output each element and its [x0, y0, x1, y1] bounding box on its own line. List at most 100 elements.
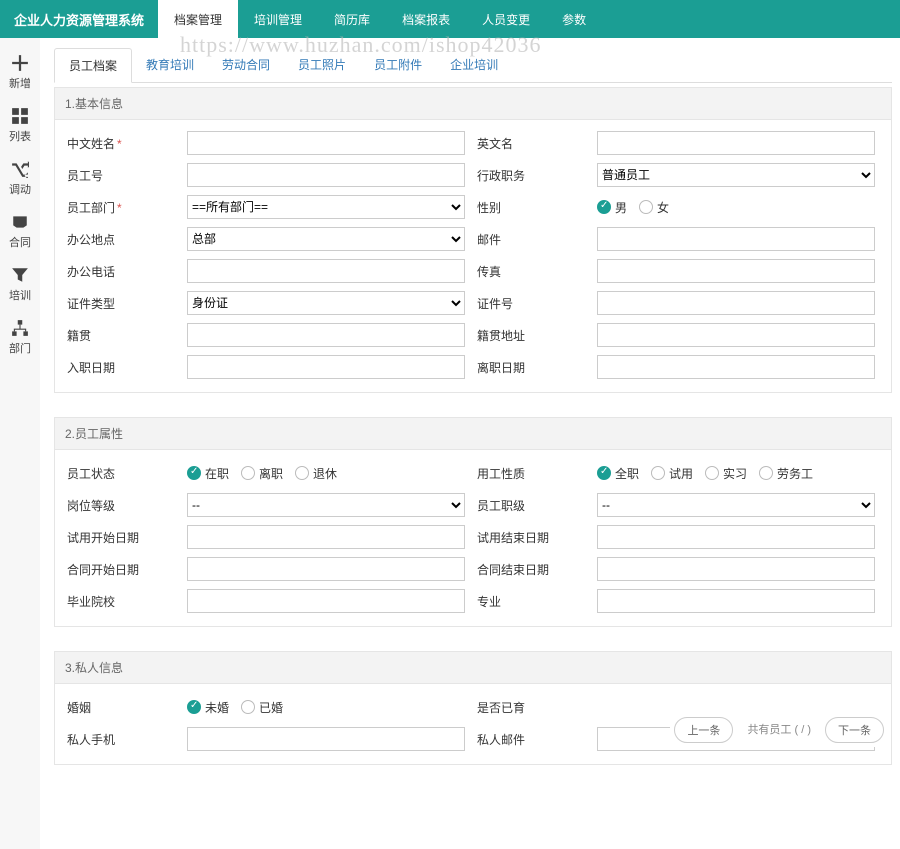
- input-id-no[interactable]: [597, 291, 875, 315]
- radio-labor[interactable]: [759, 466, 773, 480]
- label-office-tel: 办公电话: [61, 259, 181, 284]
- input-trial-start[interactable]: [187, 525, 465, 549]
- radio-retire[interactable]: [295, 466, 309, 480]
- topnav-resume[interactable]: 简历库: [318, 0, 386, 38]
- label-chinese-name: 中文姓名*: [61, 131, 181, 156]
- footer-summary: 共有员工 ( / ): [739, 717, 819, 743]
- radio-onjob[interactable]: [187, 466, 201, 480]
- radio-married[interactable]: [241, 700, 255, 714]
- input-personal-mobile[interactable]: [187, 727, 465, 751]
- label-major: 专业: [471, 589, 591, 614]
- label-trial-start: 试用开始日期: [61, 525, 181, 550]
- input-english-name[interactable]: [597, 131, 875, 155]
- input-native[interactable]: [187, 323, 465, 347]
- sidebar: 新增 列表 调动 合同 培训 部门: [0, 38, 40, 849]
- label-contract-end: 合同结束日期: [471, 557, 591, 582]
- select-office-loc[interactable]: 总部: [187, 227, 465, 251]
- tab-profile[interactable]: 员工档案: [54, 48, 132, 83]
- input-hire-date[interactable]: [187, 355, 465, 379]
- select-dept[interactable]: ==所有部门==: [187, 195, 465, 219]
- input-office-tel[interactable]: [187, 259, 465, 283]
- label-id-type: 证件类型: [61, 291, 181, 316]
- tab-photo[interactable]: 员工照片: [284, 48, 360, 82]
- radio-leave[interactable]: [241, 466, 255, 480]
- radio-intern[interactable]: [705, 466, 719, 480]
- section-title: 3.私人信息: [54, 651, 892, 683]
- radio-work-nature[interactable]: 全职 试用 实习 劳务工: [597, 465, 875, 482]
- input-leave-date[interactable]: [597, 355, 875, 379]
- footer-nav: 上一条 共有员工 ( / ) 下一条: [670, 713, 888, 747]
- input-chinese-name[interactable]: [187, 131, 465, 155]
- topnav-report[interactable]: 档案报表: [386, 0, 466, 38]
- input-school[interactable]: [187, 589, 465, 613]
- section-personal: 3.私人信息 婚姻 未婚 已婚 是否已育 私人手机 私人: [54, 651, 892, 765]
- select-admin-post[interactable]: 普通员工: [597, 163, 875, 187]
- sidebar-contract[interactable]: 合同: [0, 205, 40, 258]
- topnav-archive[interactable]: 档案管理: [158, 0, 238, 38]
- radio-gender[interactable]: 男 女: [597, 199, 875, 216]
- section-title: 2.员工属性: [54, 417, 892, 449]
- input-email[interactable]: [597, 227, 875, 251]
- label-admin-post: 行政职务: [471, 163, 591, 188]
- select-emp-level[interactable]: --: [597, 493, 875, 517]
- topnav: 档案管理 培训管理 简历库 档案报表 人员变更 参数: [158, 0, 602, 38]
- label-emp-no: 员工号: [61, 163, 181, 188]
- tab-contract[interactable]: 劳动合同: [208, 48, 284, 82]
- topnav-training[interactable]: 培训管理: [238, 0, 318, 38]
- radio-female[interactable]: [639, 200, 653, 214]
- input-contract-start[interactable]: [187, 557, 465, 581]
- input-fax[interactable]: [597, 259, 875, 283]
- label-trial-end: 试用结束日期: [471, 525, 591, 550]
- label-personal-mobile: 私人手机: [61, 727, 181, 752]
- topnav-personnel[interactable]: 人员变更: [466, 0, 546, 38]
- filter-icon: [11, 266, 29, 284]
- section-attributes: 2.员工属性 员工状态 在职 离职 退休 用工性质 全职: [54, 417, 892, 627]
- label-native-addr: 籍贯地址: [471, 323, 591, 348]
- prev-button[interactable]: 上一条: [674, 717, 733, 743]
- radio-unmarried[interactable]: [187, 700, 201, 714]
- select-id-type[interactable]: 身份证: [187, 291, 465, 315]
- radio-male[interactable]: [597, 200, 611, 214]
- brand-title: 企业人力资源管理系统: [0, 0, 158, 38]
- tabs: 员工档案 教育培训 劳动合同 员工照片 员工附件 企业培训: [54, 48, 892, 83]
- tab-education[interactable]: 教育培训: [132, 48, 208, 82]
- sidebar-transfer[interactable]: 调动: [0, 152, 40, 205]
- tab-attachment[interactable]: 员工附件: [360, 48, 436, 82]
- sidebar-dept[interactable]: 部门: [0, 311, 40, 364]
- radio-status[interactable]: 在职 离职 退休: [187, 465, 465, 482]
- label-english-name: 英文名: [471, 131, 591, 156]
- sidebar-training[interactable]: 培训: [0, 258, 40, 311]
- label-gender: 性别: [471, 195, 591, 220]
- radio-trial[interactable]: [651, 466, 665, 480]
- label-hire-date: 入职日期: [61, 355, 181, 380]
- sidebar-label: 新增: [9, 75, 31, 91]
- input-contract-end[interactable]: [597, 557, 875, 581]
- inbox-icon: [11, 213, 29, 231]
- label-work-nature: 用工性质: [471, 461, 591, 486]
- section-basic: 1.基本信息 中文姓名* 英文名 员工号 行政职务 普通员工 员工部门* ==所…: [54, 87, 892, 393]
- radio-marriage[interactable]: 未婚 已婚: [187, 699, 465, 716]
- input-trial-end[interactable]: [597, 525, 875, 549]
- label-dept: 员工部门*: [61, 195, 181, 220]
- input-emp-no[interactable]: [187, 163, 465, 187]
- sidebar-list[interactable]: 列表: [0, 99, 40, 152]
- sitemap-icon: [11, 319, 29, 337]
- label-native: 籍贯: [61, 323, 181, 348]
- shuffle-icon: [11, 160, 29, 178]
- input-major[interactable]: [597, 589, 875, 613]
- radio-fulltime[interactable]: [597, 466, 611, 480]
- label-leave-date: 离职日期: [471, 355, 591, 380]
- label-school: 毕业院校: [61, 589, 181, 614]
- grid-icon: [11, 107, 29, 125]
- next-button[interactable]: 下一条: [825, 717, 884, 743]
- select-post-level[interactable]: --: [187, 493, 465, 517]
- label-status: 员工状态: [61, 461, 181, 486]
- sidebar-label: 调动: [9, 181, 31, 197]
- topnav-params[interactable]: 参数: [546, 0, 602, 38]
- label-has-child: 是否已育: [471, 695, 591, 720]
- input-native-addr[interactable]: [597, 323, 875, 347]
- tab-corp-training[interactable]: 企业培训: [436, 48, 512, 82]
- sidebar-add[interactable]: 新增: [0, 46, 40, 99]
- label-emp-level: 员工职级: [471, 493, 591, 518]
- topbar: 企业人力资源管理系统 档案管理 培训管理 简历库 档案报表 人员变更 参数: [0, 0, 900, 38]
